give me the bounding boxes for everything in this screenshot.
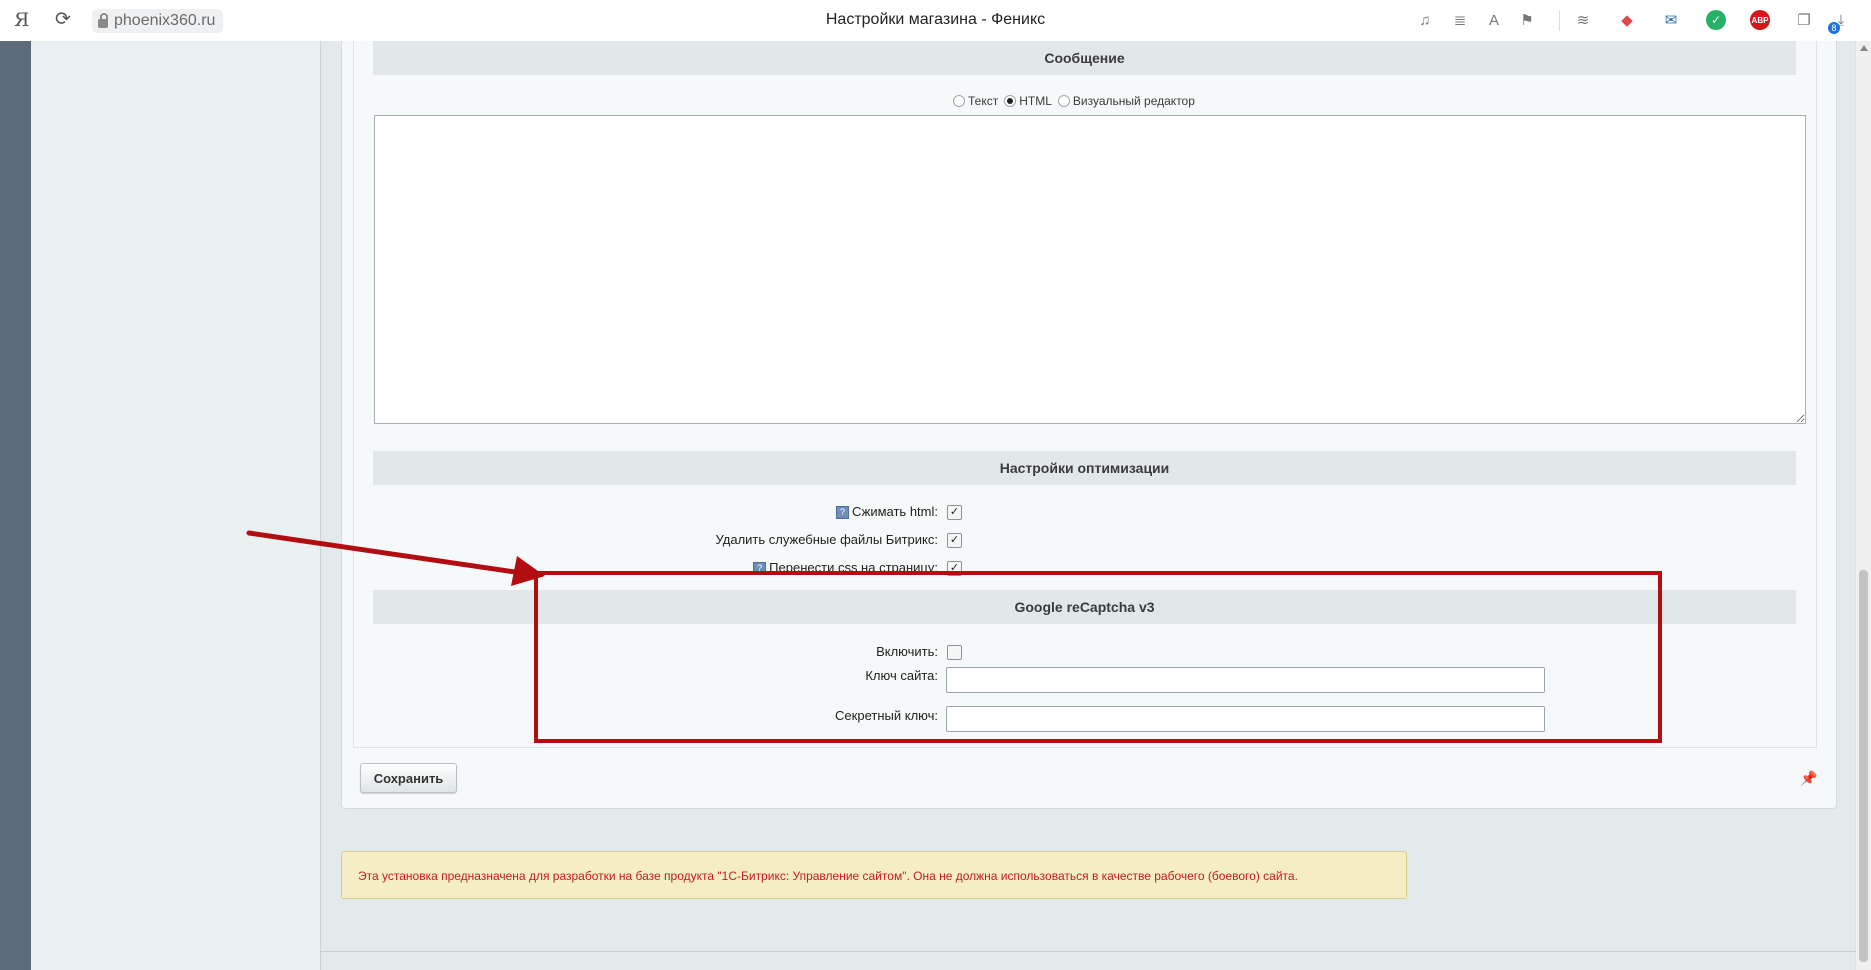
format-option-text-label: Текст xyxy=(968,94,999,108)
dev-install-notice: Эта установка предназначена для разработ… xyxy=(341,851,1407,899)
toolbar-separator xyxy=(1559,10,1560,31)
annotation-highlight-box xyxy=(534,571,1662,743)
admin-left-bar xyxy=(0,41,31,970)
headphones-icon[interactable]: ♫ xyxy=(1415,10,1435,30)
compress-html-label-text: Сжимать html: xyxy=(851,504,938,519)
translate-icon[interactable]: A xyxy=(1484,10,1504,30)
footer-divider xyxy=(320,951,1856,952)
help-icon[interactable]: ? xyxy=(835,506,849,519)
video-icon[interactable]: ◆ xyxy=(1617,10,1637,30)
adblock-icon[interactable]: ABP xyxy=(1750,10,1770,30)
remove-bitrix-files-label-text: Удалить служебные файлы Битрикс: xyxy=(715,532,938,547)
admin-side-menu xyxy=(31,41,321,970)
downloads-badge: 8 xyxy=(1828,22,1840,34)
browser-toolbar: Я ⟳ phoenix360.ru Настройки магазина - Ф… xyxy=(0,0,1871,42)
bookmark-icon[interactable]: ⚑ xyxy=(1517,10,1537,30)
optimization-section-heading: Настройки оптимизации xyxy=(373,451,1796,485)
message-format-options: Текст HTML Визуальный редактор xyxy=(953,94,1201,108)
green-ext-icon[interactable]: ✓ xyxy=(1706,10,1726,30)
scrollbar-thumb[interactable] xyxy=(1859,570,1868,962)
format-option-html-label: HTML xyxy=(1019,94,1052,108)
layers-icon[interactable]: ≋ xyxy=(1573,10,1593,30)
remove-bitrix-files-label: Удалить служебные файлы Битрикс: xyxy=(716,532,938,547)
compress-html-label: ? Сжимать html: xyxy=(835,504,938,519)
save-button[interactable]: Сохранить xyxy=(360,763,457,793)
radio-html[interactable] xyxy=(1004,95,1017,107)
message-body-textarea[interactable] xyxy=(374,115,1806,424)
message-section-heading: Сообщение xyxy=(373,41,1796,75)
format-option-text[interactable]: Текст xyxy=(953,94,998,108)
reader-icon[interactable]: ≣ xyxy=(1450,10,1470,30)
radio-visual-editor[interactable] xyxy=(1057,95,1070,107)
format-option-visual-label: Визуальный редактор xyxy=(1072,94,1195,108)
format-option-visual-editor[interactable]: Визуальный редактор xyxy=(1057,94,1195,108)
format-option-html[interactable]: HTML xyxy=(1004,94,1052,108)
collections-icon[interactable]: ❐ xyxy=(1794,10,1814,30)
mail-icon[interactable]: ✉ xyxy=(1661,10,1681,30)
remove-bitrix-files-checkbox[interactable]: ✓ xyxy=(947,533,962,548)
compress-html-checkbox[interactable]: ✓ xyxy=(947,505,962,520)
annotation-arrow xyxy=(246,530,545,586)
pin-icon[interactable]: 📌 xyxy=(1800,770,1817,787)
radio-text[interactable] xyxy=(953,95,965,107)
scroll-up-arrow[interactable] xyxy=(1860,45,1868,51)
